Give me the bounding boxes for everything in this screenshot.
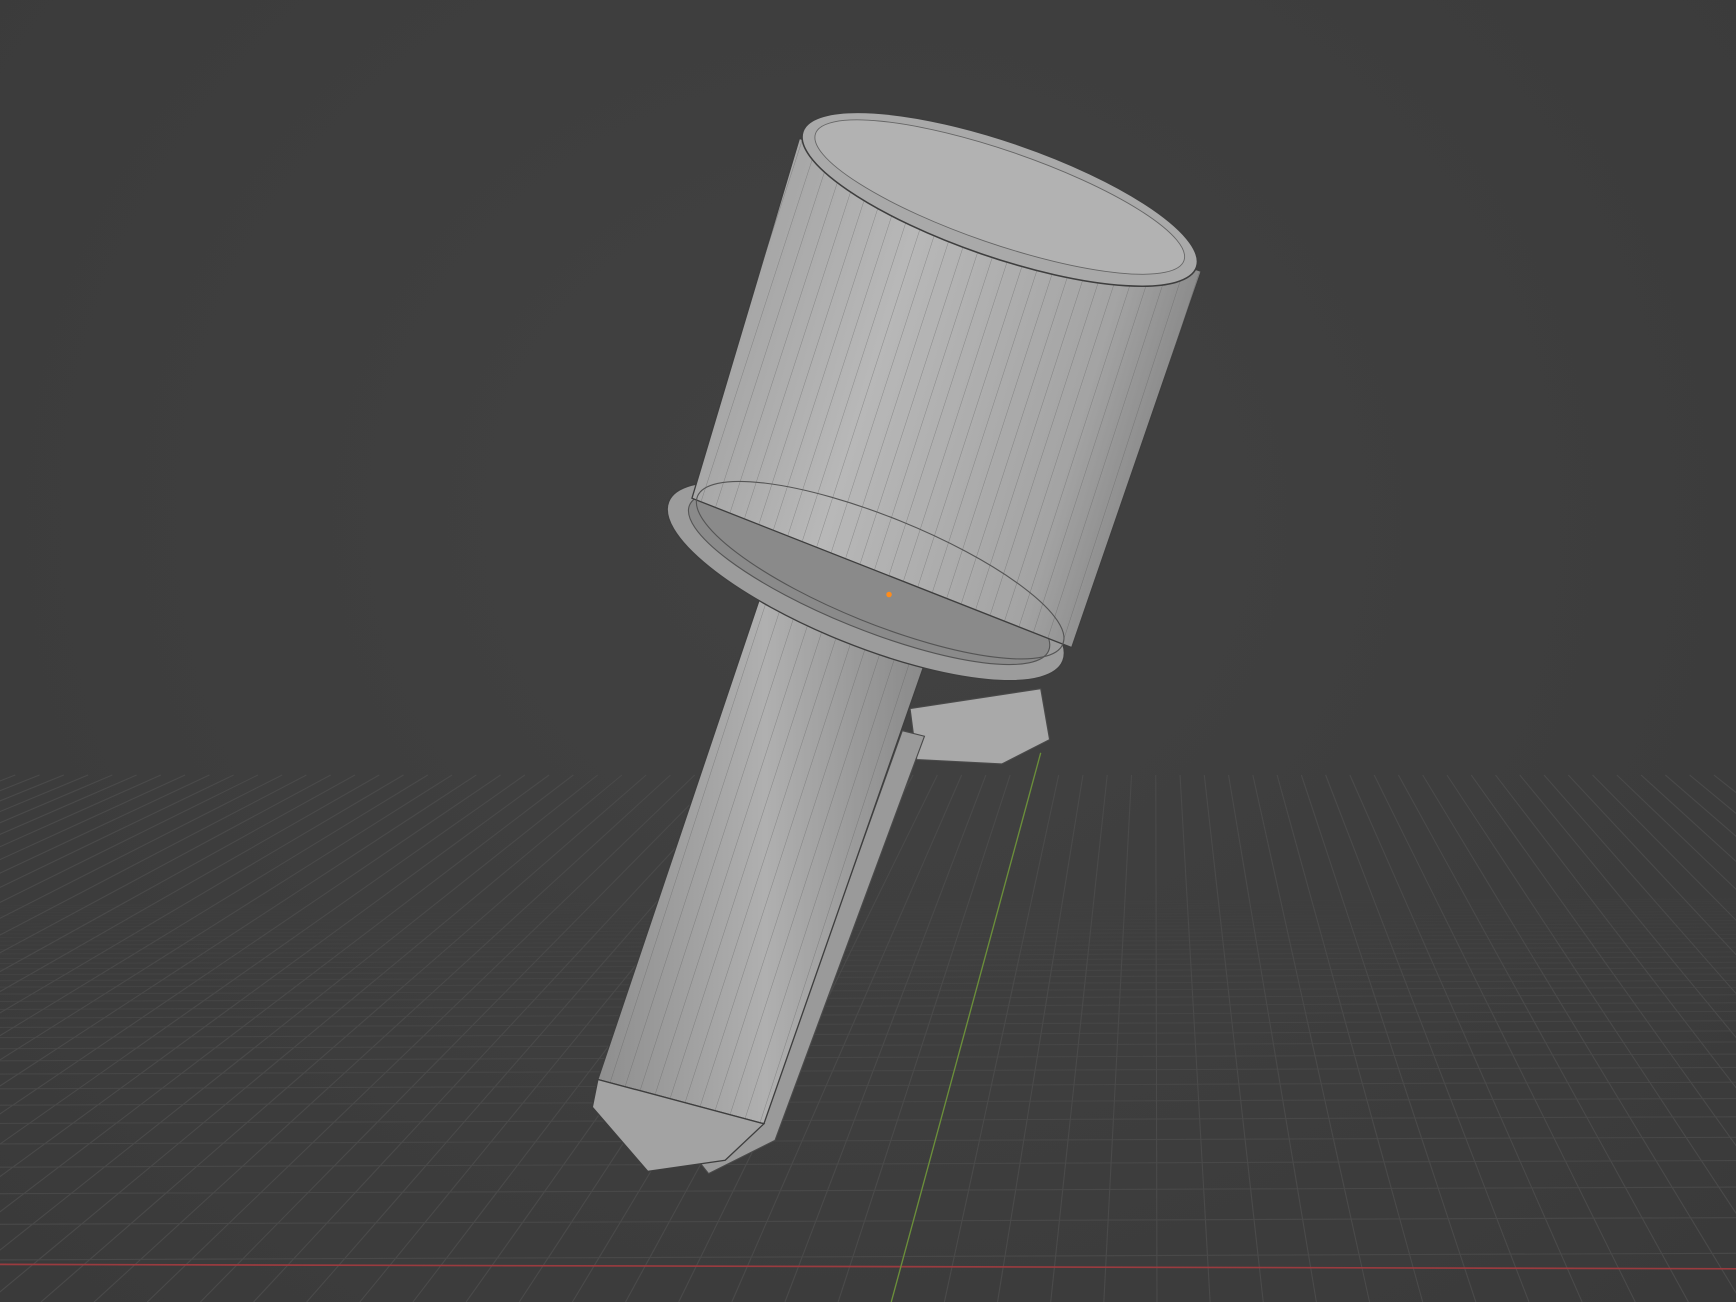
grid-line	[0, 774, 234, 888]
grid-line	[1689, 774, 1736, 815]
grid-line	[0, 1217, 1736, 1225]
grid-line	[1349, 774, 1583, 1302]
grid-line	[1300, 774, 1477, 1302]
grid-line	[0, 1252, 1736, 1261]
y-axis-line	[890, 752, 1042, 1302]
grid-line	[0, 1002, 1736, 1010]
grid-line	[0, 1030, 1736, 1039]
grid-line	[0, 1066, 1736, 1075]
grid-line	[1664, 774, 1736, 838]
grid-line	[943, 774, 1060, 1302]
handle-wire	[597, 592, 933, 1124]
grid-line	[996, 774, 1084, 1302]
grid-line	[0, 923, 1736, 931]
grid-line	[0, 774, 64, 802]
grid-line	[0, 1186, 1736, 1195]
mesh-object[interactable]	[591, 77, 1215, 1175]
origin-point	[886, 591, 892, 598]
grid-line	[0, 919, 1736, 928]
clip-part	[909, 688, 1051, 765]
grid-line	[1103, 774, 1133, 1302]
grid-line	[1050, 774, 1108, 1302]
grid-line	[1397, 774, 1689, 1302]
grid-line	[0, 1010, 1736, 1019]
grid-line	[0, 1116, 1736, 1124]
3d-viewport[interactable]	[0, 0, 1736, 1302]
grid-line	[0, 774, 113, 824]
grid-line	[0, 961, 1736, 970]
grid-line	[0, 774, 162, 848]
grid-line	[1470, 774, 1736, 1147]
grid-line	[0, 916, 1736, 925]
viewport-canvas[interactable]	[0, 0, 1736, 1302]
grid-line	[1276, 774, 1424, 1302]
grid-line	[0, 926, 1736, 935]
grid-line	[0, 1020, 1736, 1028]
grid-line	[0, 930, 1736, 938]
grid-line	[0, 979, 1736, 988]
grid-line	[0, 774, 186, 861]
x-axis-line	[0, 1263, 1736, 1270]
grid-line	[1422, 774, 1736, 1294]
grid-line	[0, 967, 1736, 976]
grid-line	[0, 774, 210, 874]
grid-line	[1543, 774, 1736, 995]
grid-line	[1373, 774, 1636, 1302]
grid-line	[0, 994, 1736, 1002]
grid-line	[1640, 774, 1736, 863]
grid-line	[1179, 774, 1211, 1302]
grid-line	[1519, 774, 1736, 1039]
grid-line	[1155, 774, 1158, 1302]
grid-line	[0, 1097, 1736, 1106]
grid-line	[1446, 774, 1736, 1215]
grid-line	[1203, 774, 1264, 1302]
grid-line	[1567, 774, 1736, 956]
grid-line	[1228, 774, 1317, 1302]
grid-line	[1616, 774, 1736, 890]
grid-line	[1252, 774, 1371, 1302]
grid-line	[1713, 774, 1736, 794]
grid-line	[0, 1136, 1736, 1145]
